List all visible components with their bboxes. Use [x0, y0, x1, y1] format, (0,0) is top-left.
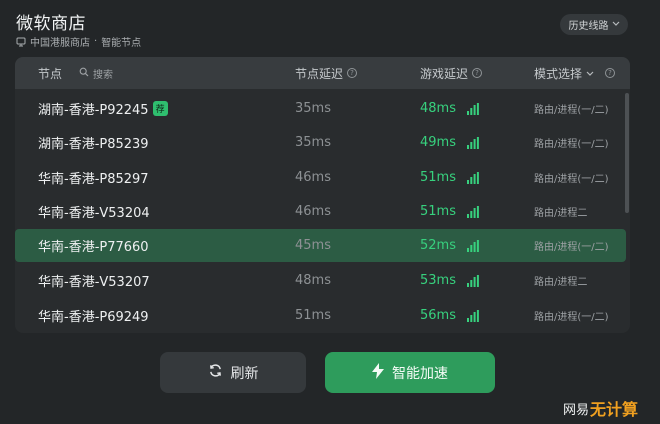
- game-latency: 52ms: [420, 238, 456, 253]
- table-row[interactable]: 华南-香港-P69249 51ms 56ms 路由/进程(一/二): [15, 299, 626, 332]
- node-latency: 35ms: [295, 101, 331, 116]
- mode-value[interactable]: 路由/进程二: [534, 195, 587, 228]
- watermark-brand: 无计算: [590, 400, 639, 419]
- subtitle-mode: 智能节点: [101, 38, 142, 49]
- watermark-prefix: 网易: [563, 402, 590, 418]
- page-subtitle: 中国港服商店 · 智能节点: [16, 34, 141, 49]
- table-row-selected[interactable]: 华南-香港-P77660 45ms 52ms 路由/进程(一/二): [15, 229, 626, 262]
- signal-bars-icon: [467, 92, 479, 125]
- node-latency: 35ms: [295, 135, 331, 150]
- mode-help[interactable]: ?: [605, 57, 615, 89]
- mode-value[interactable]: 路由/进程二: [534, 264, 587, 297]
- node-latency: 45ms: [295, 238, 331, 253]
- table-row[interactable]: 湖南-香港-P85239 35ms 49ms 路由/进程(一/二): [15, 126, 626, 159]
- mode-value[interactable]: 路由/进程(一/二): [534, 126, 609, 159]
- header-node: 节点: [38, 66, 63, 81]
- help-icon[interactable]: ?: [347, 68, 358, 78]
- node-latency: 46ms: [295, 170, 331, 185]
- game-latency: 53ms: [420, 273, 456, 288]
- watermark: 网易 无计算: [563, 396, 638, 420]
- scrollbar[interactable]: [625, 93, 629, 213]
- signal-bars-icon: [467, 161, 479, 194]
- mode-value[interactable]: 路由/进程(一/二): [534, 229, 609, 262]
- search-placeholder: 搜索: [93, 69, 113, 81]
- table-row[interactable]: 华南-香港-V53204 46ms 51ms 路由/进程二: [15, 195, 626, 228]
- history-route-button[interactable]: 历史线路: [560, 14, 628, 35]
- node-name: 华南-香港-P77660: [38, 240, 149, 255]
- server-icon: [16, 37, 26, 47]
- game-latency: 51ms: [420, 204, 456, 219]
- signal-bars-icon: [467, 229, 479, 262]
- chevron-down-icon: [612, 19, 620, 30]
- chevron-down-icon: [586, 66, 594, 80]
- game-latency: 48ms: [420, 101, 456, 116]
- table-row[interactable]: 湖南-香港-P92245 荐 35ms 48ms 路由/进程(一/二): [15, 92, 626, 125]
- table-row[interactable]: 华南-香港-P85297 46ms 51ms 路由/进程(一/二): [15, 161, 626, 194]
- node-latency: 48ms: [295, 273, 331, 288]
- search-icon: [79, 67, 89, 80]
- node-name: 华南-香港-P85297: [38, 172, 149, 187]
- signal-bars-icon: [467, 126, 479, 159]
- signal-bars-icon: [467, 195, 479, 228]
- node-name: 湖南-香港-P85239: [38, 137, 149, 152]
- help-icon[interactable]: ?: [605, 68, 615, 78]
- node-latency: 46ms: [295, 204, 331, 219]
- signal-bars-icon: [467, 264, 479, 297]
- table-header: 节点 搜索 节点延迟 ? 游戏延迟 ? 模式选择 ?: [15, 57, 630, 89]
- signal-bars-icon: [467, 299, 479, 332]
- node-latency: 51ms: [295, 308, 331, 323]
- help-icon[interactable]: ?: [472, 68, 483, 78]
- history-route-label: 历史线路: [568, 21, 609, 32]
- game-latency: 49ms: [420, 135, 456, 150]
- subtitle-separator: ·: [94, 36, 98, 47]
- node-name: 华南-香港-V53204: [38, 206, 150, 221]
- node-panel: 节点 搜索 节点延迟 ? 游戏延迟 ? 模式选择 ? 湖南-香港-P92245 荐: [15, 57, 630, 333]
- header-node-latency[interactable]: 节点延迟 ?: [295, 57, 358, 89]
- page-title: 微软商店: [16, 14, 86, 34]
- recommended-badge: 荐: [152, 101, 168, 116]
- node-name: 华南-香港-P69249: [38, 310, 149, 325]
- subtitle-server: 中国港服商店: [30, 38, 90, 49]
- smart-accelerate-button[interactable]: 智能加速: [325, 352, 495, 393]
- game-latency: 51ms: [420, 170, 456, 185]
- node-name: 湖南-香港-P92245: [38, 103, 149, 118]
- accelerate-label: 智能加速: [392, 365, 448, 382]
- mode-select-dropdown[interactable]: 模式选择: [534, 57, 594, 89]
- game-latency: 56ms: [420, 308, 456, 323]
- table-row[interactable]: 华南-香港-V53207 48ms 53ms 路由/进程二: [15, 264, 626, 297]
- mode-value[interactable]: 路由/进程(一/二): [534, 92, 609, 125]
- search-input[interactable]: 搜索: [79, 57, 113, 89]
- header-game-latency[interactable]: 游戏延迟 ?: [420, 57, 483, 89]
- refresh-icon: [208, 363, 223, 382]
- mode-value[interactable]: 路由/进程(一/二): [534, 161, 609, 194]
- refresh-button[interactable]: 刷新: [160, 352, 306, 393]
- refresh-label: 刷新: [230, 365, 259, 382]
- mode-value[interactable]: 路由/进程(一/二): [534, 299, 609, 332]
- node-name: 华南-香港-V53207: [38, 275, 150, 290]
- lightning-bolt-icon: [372, 362, 384, 383]
